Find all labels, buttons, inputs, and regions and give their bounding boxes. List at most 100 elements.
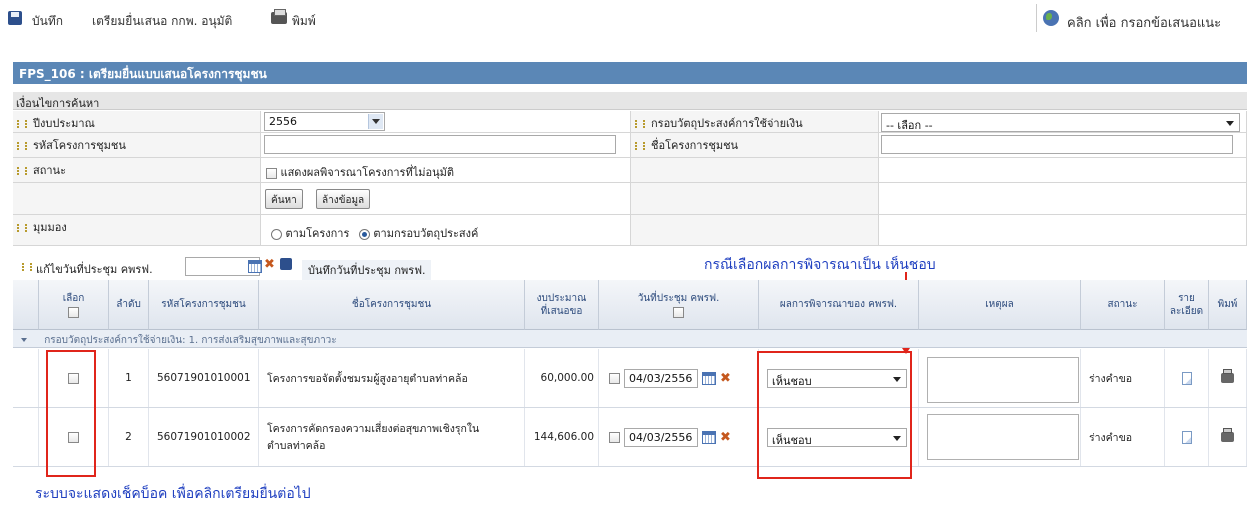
row-detail-cell bbox=[1165, 408, 1209, 466]
project-name-label: ชื่อโครงการชุมชน bbox=[651, 139, 739, 152]
calendar-icon[interactable] bbox=[702, 371, 716, 385]
row-meeting-date-cell: 04/03/2556 ✖ bbox=[599, 408, 759, 466]
printer-icon[interactable] bbox=[1221, 428, 1234, 442]
save-button[interactable]: บันทึก bbox=[32, 12, 63, 31]
meeting-date-edit-bar: แก้ไขวันที่ประชุม คพรฟ. ✖ บันทึกวันที่ปร… bbox=[22, 257, 482, 280]
search-button[interactable]: ค้นหา bbox=[265, 189, 303, 209]
row-name-line1: โครงการขอจัดตั้งชมรมผู้สูงอายุตำบลท่าคล้… bbox=[267, 372, 468, 385]
bullet-icon bbox=[17, 224, 27, 232]
document-icon[interactable] bbox=[1181, 430, 1192, 444]
dropdown-arrow-icon[interactable] bbox=[368, 114, 383, 129]
row-code: 56071901010001 bbox=[149, 349, 259, 407]
view-cell: ตามโครงการ ตามกรอบวัตถุประสงค์ bbox=[261, 215, 631, 245]
row-budget: 60,000.00 bbox=[525, 349, 599, 407]
project-name-cell bbox=[879, 133, 1247, 157]
row-seq: 2 bbox=[109, 408, 149, 466]
column-header-status: สถานะ bbox=[1081, 280, 1165, 330]
printer-icon[interactable] bbox=[1221, 369, 1234, 383]
empty-label-cell bbox=[13, 183, 261, 214]
column-header-budget-line2: ที่เสนอขอ bbox=[540, 305, 583, 317]
objective-cell: -- เลือก -- bbox=[879, 111, 1247, 132]
view-by-objective-radio[interactable] bbox=[358, 228, 370, 240]
annotation-result-highlight bbox=[757, 351, 912, 479]
view-label-cell: มุมมอง bbox=[13, 215, 261, 245]
objective-label: กรอบวัตถุประสงค์การใช้จ่ายเงิน bbox=[651, 117, 803, 130]
clear-date-icon[interactable]: ✖ bbox=[720, 371, 731, 386]
meeting-date-all-checkbox[interactable] bbox=[673, 306, 684, 318]
column-header-detail-line2: ละเอียด bbox=[1169, 305, 1204, 317]
column-header-print: พิมพ์ bbox=[1209, 280, 1247, 330]
row-meeting-date-value: 04/03/2556 bbox=[629, 430, 693, 444]
column-header-meeting-date: วันที่ประชุม คพรฟ. bbox=[599, 280, 759, 330]
project-code-input[interactable] bbox=[264, 135, 616, 154]
row-spacer bbox=[13, 349, 39, 407]
collapse-icon[interactable] bbox=[21, 338, 27, 342]
row-spacer bbox=[13, 408, 39, 466]
fiscal-year-select[interactable]: 2556 bbox=[264, 112, 385, 131]
calendar-icon[interactable] bbox=[248, 260, 262, 273]
feedback-link[interactable]: คลิก เพื่อ กรอกข้อเสนอแนะ bbox=[1036, 4, 1255, 32]
prepare-submit-button[interactable]: เตรียมยื่นเสนอ กกพ. อนุมัติ bbox=[92, 12, 232, 31]
criteria-row-buttons: ค้นหา ล้างข้อมูล bbox=[13, 183, 1247, 215]
group-row[interactable]: กรอบวัตถุประสงค์การใช้จ่ายเงิน: 1. การส่… bbox=[13, 330, 1247, 348]
column-header-select-label: เลือก bbox=[62, 292, 85, 304]
row-code: 56071901010002 bbox=[149, 408, 259, 466]
save-icon[interactable] bbox=[8, 11, 22, 25]
row-name-line2: ตำบลท่าคล้อ bbox=[267, 440, 326, 452]
fiscal-year-cell: 2556 bbox=[261, 111, 631, 132]
clear-date-icon[interactable]: ✖ bbox=[264, 257, 275, 272]
clear-date-icon[interactable]: ✖ bbox=[720, 430, 731, 445]
project-name-input[interactable] bbox=[881, 135, 1233, 154]
row-meeting-checkbox[interactable] bbox=[609, 431, 620, 443]
bullet-icon bbox=[635, 120, 645, 128]
status-label: สถานะ bbox=[33, 164, 66, 177]
row-meeting-date-input[interactable]: 04/03/2556 bbox=[624, 368, 698, 388]
column-header-meeting-date-label: วันที่ประชุม คพรฟ. bbox=[637, 292, 720, 304]
empty-label-cell bbox=[631, 158, 879, 182]
row-name-line1: โครงการคัดกรองความเสี่ยงต่อสุขภาพเชิงรุก… bbox=[267, 423, 480, 435]
annotation-checkbox-highlight bbox=[46, 350, 96, 477]
column-header-budget-line1: งบประมาณ bbox=[536, 292, 587, 304]
bullet-icon bbox=[17, 142, 27, 150]
column-header-budget: งบประมาณ ที่เสนอขอ bbox=[525, 280, 599, 330]
empty-cell bbox=[879, 183, 1247, 214]
row-status: ร่างคำขอ bbox=[1081, 408, 1165, 466]
view-by-objective-label: ตามกรอบวัตถุประสงค์ bbox=[373, 227, 479, 240]
show-unapproved-checkbox[interactable] bbox=[266, 167, 277, 179]
row-meeting-checkbox[interactable] bbox=[609, 372, 620, 384]
empty-cell bbox=[879, 215, 1247, 245]
column-header-expander bbox=[13, 280, 39, 330]
show-unapproved-label: แสดงผลพิจารณาโครงการที่ไม่อนุมัติ bbox=[280, 166, 455, 179]
column-header-detail: ราย ละเอียด bbox=[1165, 280, 1209, 330]
fiscal-year-value: 2556 bbox=[269, 115, 297, 128]
row-reason-textarea[interactable] bbox=[927, 357, 1079, 403]
row-budget: 144,606.00 bbox=[525, 408, 599, 466]
column-header-result: ผลการพิจารณาของ คพรฟ. bbox=[759, 280, 919, 330]
select-all-checkbox[interactable] bbox=[68, 306, 79, 318]
view-by-project-radio[interactable] bbox=[271, 228, 282, 240]
save-icon[interactable] bbox=[280, 258, 292, 270]
document-icon[interactable] bbox=[1181, 371, 1192, 385]
row-status: ร่างคำขอ bbox=[1081, 349, 1165, 407]
objective-value: -- เลือก -- bbox=[886, 119, 933, 132]
view-label: มุมมอง bbox=[33, 221, 67, 234]
objective-select[interactable]: -- เลือก -- bbox=[881, 113, 1240, 132]
fiscal-year-label-cell: ปีงบประมาณ bbox=[13, 111, 261, 132]
bullet-icon bbox=[22, 263, 32, 271]
calendar-icon[interactable] bbox=[702, 430, 716, 444]
printer-icon[interactable] bbox=[271, 9, 287, 24]
column-header-name: ชื่อโครงการชุมชน bbox=[259, 280, 525, 330]
empty-label-cell bbox=[631, 215, 879, 245]
projects-table: เลือก ลำดับ รหัสโครงการชุมชน ชื่อโครงการ… bbox=[13, 280, 1247, 480]
empty-label-cell bbox=[631, 183, 879, 214]
top-toolbar: บันทึก เตรียมยื่นเสนอ กกพ. อนุมัติ พิมพ์… bbox=[0, 0, 1257, 38]
row-reason-textarea[interactable] bbox=[927, 414, 1079, 460]
row-meeting-date-input[interactable]: 04/03/2556 bbox=[624, 427, 698, 447]
save-meeting-date-button[interactable]: บันทึกวันที่ประชุม กพรฟ. bbox=[302, 260, 432, 280]
meeting-date-edit-label: แก้ไขวันที่ประชุม คพรฟ. bbox=[36, 263, 153, 276]
print-button[interactable]: พิมพ์ bbox=[292, 12, 316, 31]
clear-button[interactable]: ล้างข้อมูล bbox=[316, 189, 371, 209]
criteria-row-view: มุมมอง ตามโครงการ ตามกรอบวัตถุประสงค์ bbox=[13, 215, 1247, 246]
criteria-row-project: รหัสโครงการชุมชน ชื่อโครงการชุมชน bbox=[13, 133, 1247, 158]
annotation-bottom-note: ระบบจะแสดงเช็คบ็อค เพื่อคลิกเตรียมยื่นต่… bbox=[35, 486, 311, 502]
